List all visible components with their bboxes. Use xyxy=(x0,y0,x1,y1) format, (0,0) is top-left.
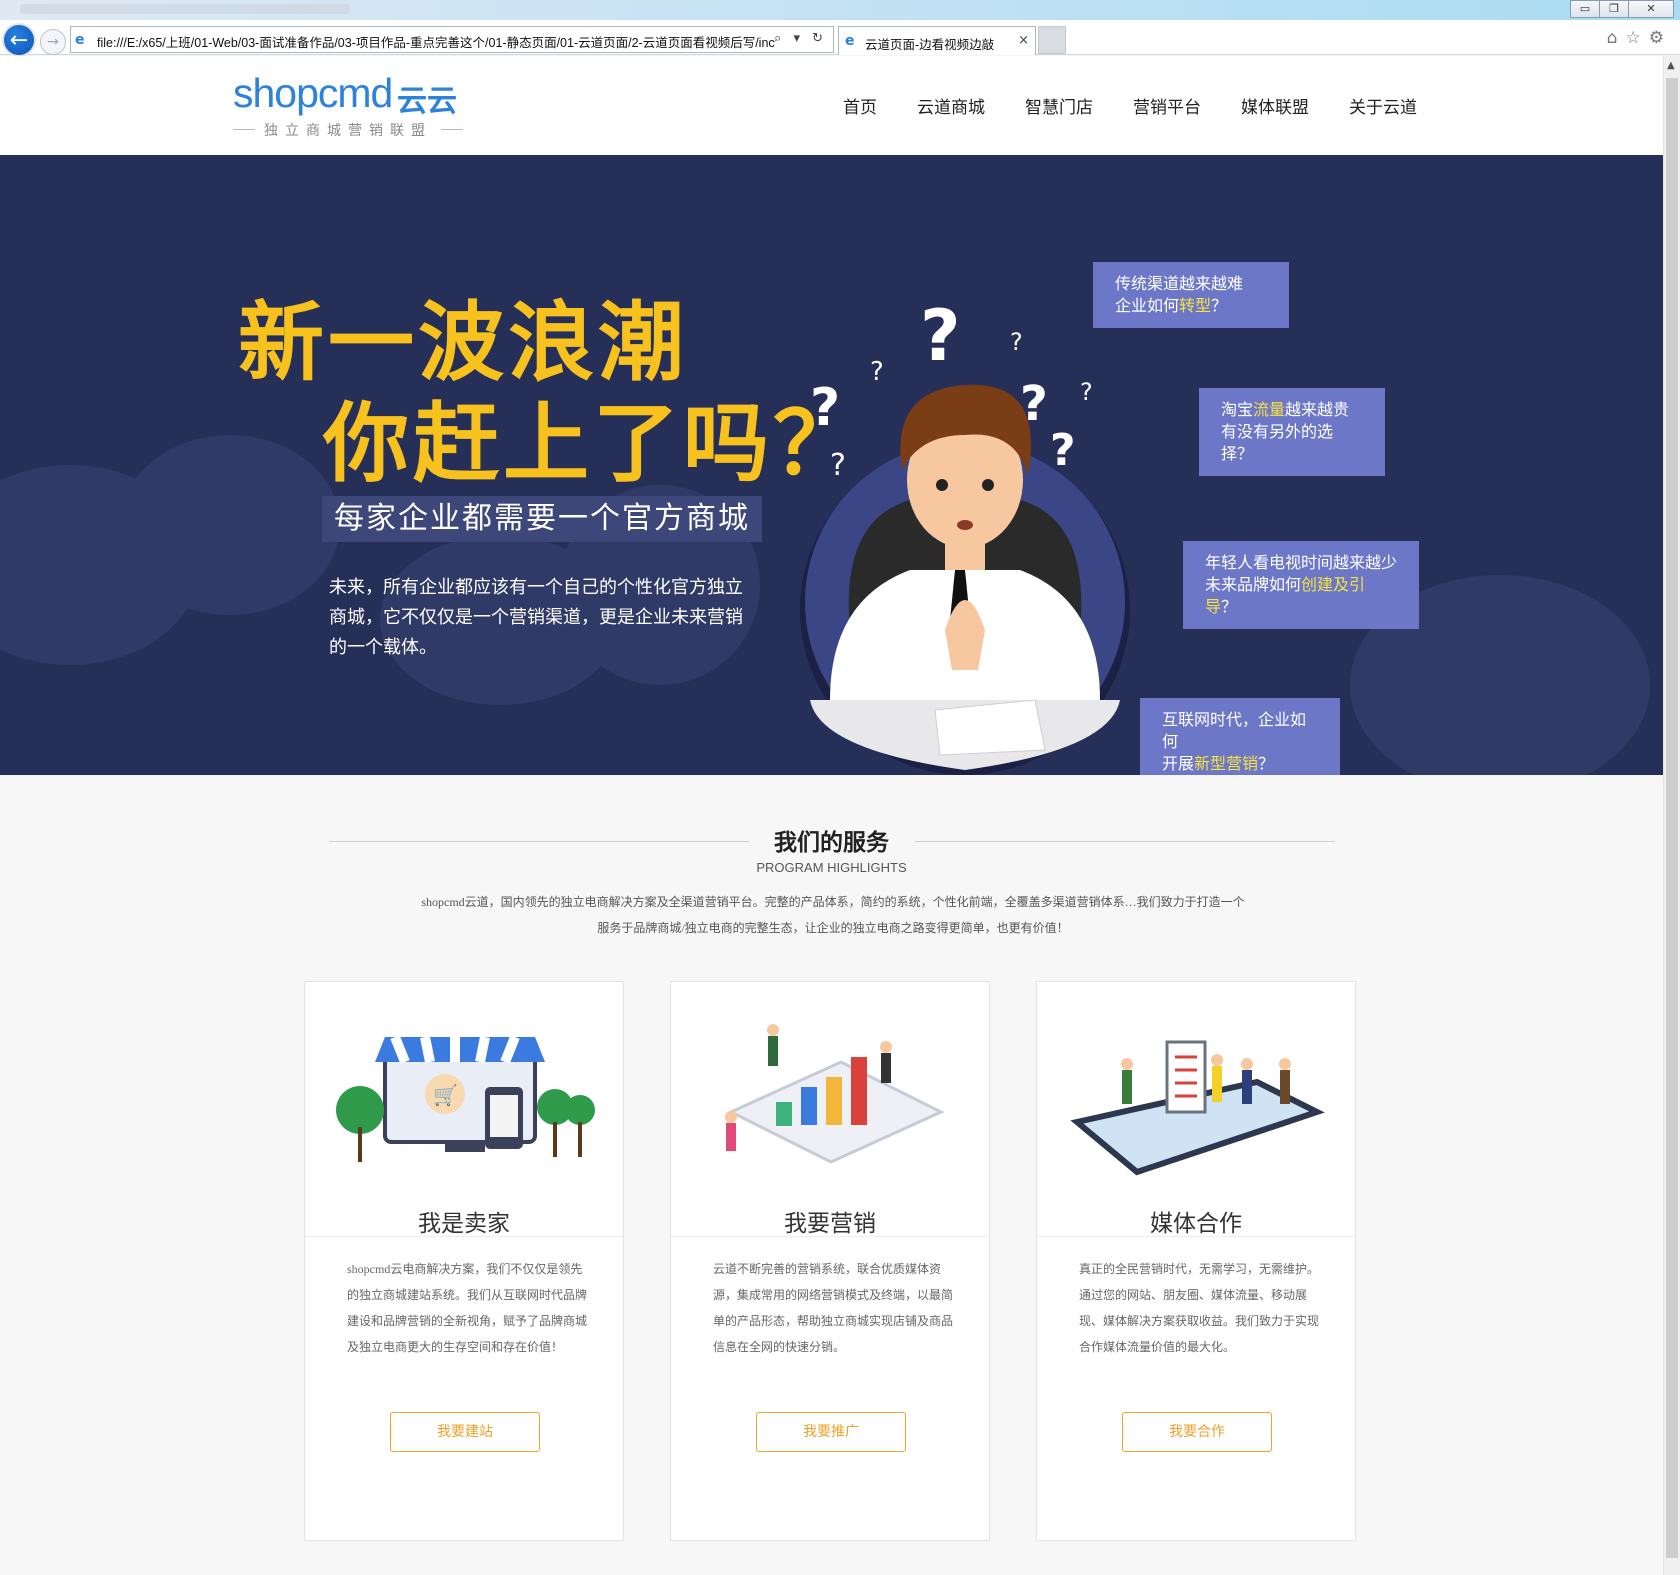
svg-text:?: ? xyxy=(870,357,884,387)
bubble-4-line2: 开展新型营销？ xyxy=(1162,754,1275,773)
hero-banner: 新一波浪潮 你赶上了吗？ 每家企业都需要一个官方商城 未来，所有企业都应该有一个… xyxy=(0,155,1663,775)
site-header: shopcmd 云云 独立商城营销联盟 首页 云道商城 智慧门店 营销平台 媒体… xyxy=(0,56,1663,155)
logo-wordmark: shopcmd xyxy=(233,70,393,116)
forward-button[interactable]: → xyxy=(40,29,66,55)
question-bubble-1: 传统渠道越来越难 企业如何转型？ xyxy=(1093,262,1289,328)
svg-text:?: ? xyxy=(1020,376,1048,432)
address-url[interactable]: file:///E:/x65/上班/01-Web/03-面试准备作品/03-项目… xyxy=(97,32,777,51)
svg-text:?: ? xyxy=(1010,328,1023,356)
service-card-media: 媒体合作 真正的全民营销时代，无需学习，无需维护。通过您的网站、朋友圈、媒体流量… xyxy=(1036,981,1356,1541)
shop-illustration: 🛒 xyxy=(336,1035,595,1162)
svg-text:?: ? xyxy=(810,378,840,438)
window-title-text xyxy=(20,4,350,14)
address-bar[interactable]: e file:///E:/x65/上班/01-Web/03-面试准备作品/03-… xyxy=(70,26,834,53)
hero-title-line2: 你赶上了吗？ xyxy=(323,394,863,494)
new-tab-button[interactable] xyxy=(1038,26,1066,54)
card-title: 媒体合作 xyxy=(1150,1211,1242,1237)
marketing-chart-illustration xyxy=(725,1024,945,1164)
home-icon[interactable]: ⌂ xyxy=(1607,28,1626,48)
bubble-3-line1: 年轻人看电视时间越来越少 xyxy=(1205,553,1398,572)
services-title: 我们的服务 xyxy=(774,830,889,856)
vertical-scrollbar[interactable]: ▲ xyxy=(1663,56,1680,1575)
media-cooperation-illustration xyxy=(1070,1040,1325,1176)
address-tools[interactable]: ⌕ ▾ ↻ xyxy=(774,31,827,46)
card-divider xyxy=(305,1236,623,1237)
card-body: 真正的全民营销时代，无需学习，无需维护。通过您的网站、朋友圈、媒体流量、移动展现… xyxy=(1079,1262,1320,1354)
tab-ie-icon: e xyxy=(845,33,855,49)
bubble-1-line1: 传统渠道越来越难 xyxy=(1115,274,1244,293)
browser-toolbar: ← → e file:///E:/x65/上班/01-Web/03-面试准备作品… xyxy=(0,20,1680,57)
bubble-1-line2: 企业如何转型？ xyxy=(1115,296,1228,315)
services-section: 我们的服务 PROGRAM HIGHLIGHTS shopcmd云道，国内领先的… xyxy=(0,775,1663,1575)
bubble-3-line2: 未来品牌如何创建及引导？ xyxy=(1205,575,1366,616)
close-window-button[interactable]: ✕ xyxy=(1628,0,1674,18)
bubble-2-line1: 淘宝流量越来越贵 xyxy=(1221,400,1350,419)
nav-mall[interactable]: 云道商城 xyxy=(917,93,985,118)
cloud-shape xyxy=(120,435,340,615)
question-bubble-3: 年轻人看电视时间越来越少 未来品牌如何创建及引导？ xyxy=(1183,541,1419,629)
logo-tagline: 独立商城营销联盟 xyxy=(233,120,463,140)
services-subtitle: PROGRAM HIGHLIGHTS xyxy=(756,860,907,875)
nav-media[interactable]: 媒体联盟 xyxy=(1241,93,1309,118)
window-titlebar: ▭ ❐ ✕ xyxy=(0,0,1680,20)
nav-marketing[interactable]: 营销平台 xyxy=(1133,93,1201,118)
tab-title[interactable]: 云道页面-边看视频边敲 xyxy=(865,34,994,53)
ie-icon: e xyxy=(75,32,85,48)
hero-title-line1: 新一波浪潮 xyxy=(238,293,688,393)
logo-chinese: 云云 xyxy=(397,84,457,119)
logo[interactable]: shopcmd 云云 独立商城营销联盟 xyxy=(233,70,463,146)
svg-text:?: ? xyxy=(920,295,961,377)
gear-icon[interactable]: ⚙ xyxy=(1649,28,1672,48)
bubble-4-line1: 互联网时代，企业如何 xyxy=(1162,710,1307,751)
card-body: 云道不断完善的营销系统，联合优质媒体资源，集成常用的网络营销模式及终端，以最简单… xyxy=(713,1262,954,1354)
browser-tab[interactable]: e 云道页面-边看视频边敲 × xyxy=(838,26,1036,55)
scroll-up-icon[interactable]: ▲ xyxy=(1667,60,1675,71)
services-description-line1: shopcmd云道，国内领先的独立电商解决方案及全渠道营销平台。完整的产品体系，… xyxy=(421,895,1245,909)
restore-button[interactable]: ❐ xyxy=(1599,0,1629,18)
card-divider xyxy=(671,1236,989,1237)
services-description: shopcmd云道，国内领先的独立电商解决方案及全渠道营销平台。完整的产品体系，… xyxy=(400,889,1266,941)
card-title: 我是卖家 xyxy=(418,1211,510,1237)
service-card-seller: 🛒 我是卖家 shopcmd云电商解决方案，我们不仅仅是领先的独立商城建站系统。… xyxy=(304,981,624,1541)
nav-home[interactable]: 首页 xyxy=(843,93,877,118)
question-bubble-2: 淘宝流量越来越贵 有没有另外的选择？ xyxy=(1199,388,1385,476)
svg-text:🛒: 🛒 xyxy=(433,1083,458,1107)
nav-smart-store[interactable]: 智慧门店 xyxy=(1025,93,1093,118)
card-divider xyxy=(1037,1236,1355,1237)
cooperate-button[interactable]: 我要合作 xyxy=(1122,1412,1272,1452)
bubble-2-line2: 有没有另外的选择？ xyxy=(1221,422,1334,463)
svg-text:?: ? xyxy=(1080,378,1093,406)
browser-right-icons: ⌂☆⚙ xyxy=(1607,28,1672,48)
back-button[interactable]: ← xyxy=(2,23,36,57)
tab-close-icon[interactable]: × xyxy=(1018,33,1029,48)
confused-man-illustration: ? ? ? ? ? ? ? ? xyxy=(800,295,1130,775)
page-viewport: shopcmd 云云 独立商城营销联盟 首页 云道商城 智慧门店 营销平台 媒体… xyxy=(0,56,1663,1575)
question-bubble-4: 互联网时代，企业如何 开展新型营销？ xyxy=(1140,698,1340,775)
main-nav: 首页 云道商城 智慧门店 营销平台 媒体联盟 关于云道 xyxy=(843,93,1457,118)
service-card-marketing: 我要营销 云道不断完善的营销系统，联合优质媒体资源，集成常用的网络营销模式及终端… xyxy=(670,981,990,1541)
nav-about[interactable]: 关于云道 xyxy=(1349,93,1417,118)
svg-text:?: ? xyxy=(830,448,846,483)
hero-subtitle: 每家企业都需要一个官方商城 xyxy=(322,496,762,542)
svg-text:?: ? xyxy=(1050,425,1076,476)
minimize-button[interactable]: ▭ xyxy=(1570,0,1600,18)
build-site-button[interactable]: 我要建站 xyxy=(390,1412,540,1452)
favorites-star-icon[interactable]: ☆ xyxy=(1626,28,1649,48)
scrollbar-thumb[interactable] xyxy=(1666,78,1678,1558)
card-title: 我要营销 xyxy=(784,1211,876,1237)
promote-button[interactable]: 我要推广 xyxy=(756,1412,906,1452)
card-body: shopcmd云电商解决方案，我们不仅仅是领先的独立商城建站系统。我们从互联网时… xyxy=(347,1262,588,1354)
services-description-line2: 服务于品牌商城/独立电商的完整生态，让企业的独立电商之路变得更简单，也更有价值！ xyxy=(597,921,1069,935)
window-controls: ▭ ❐ ✕ xyxy=(1570,0,1674,18)
hero-description: 未来，所有企业都应该有一个自己的个性化官方独立商城，它不仅仅是一个营销渠道，更是… xyxy=(329,577,743,658)
